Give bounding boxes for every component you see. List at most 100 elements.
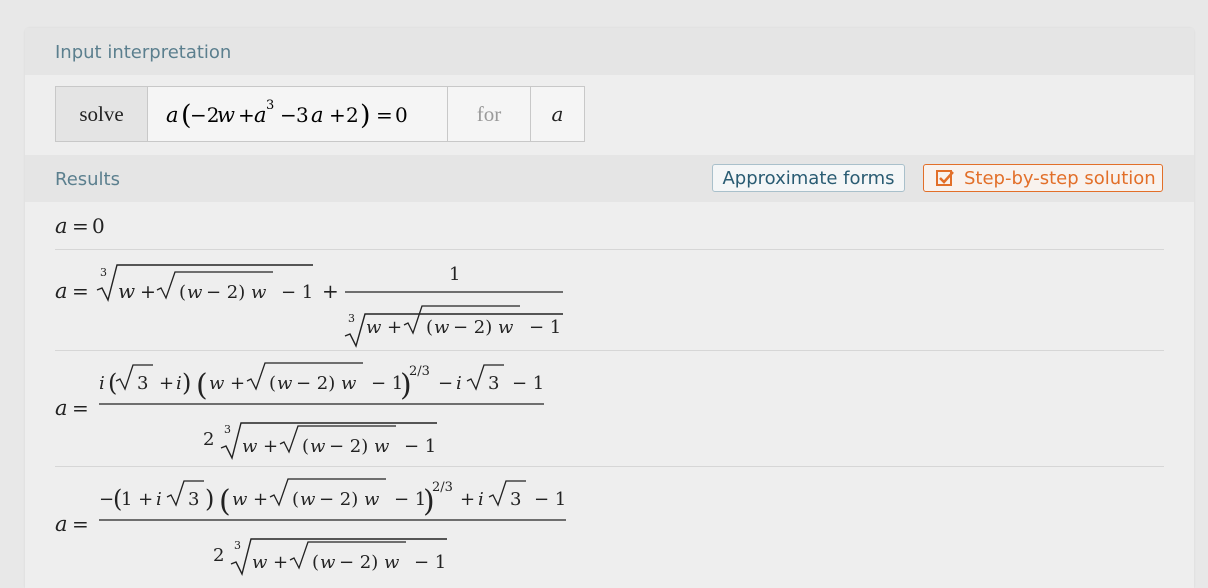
solution-row: a = i ( 3 + i ) ( w + ( w − 2) w − 1 ) 2…	[55, 351, 1164, 467]
svg-text:(: (	[312, 552, 319, 573]
svg-text:0: 0	[92, 214, 105, 238]
step-by-step-button[interactable]: Step-by-step solution	[923, 164, 1163, 192]
svg-text:2: 2	[213, 545, 224, 566]
svg-text:w: w	[310, 436, 326, 457]
svg-text:+: +	[387, 317, 402, 338]
svg-text:(: (	[219, 484, 231, 519]
svg-text:w: w	[434, 317, 450, 338]
svg-text:w: w	[364, 489, 380, 510]
svg-text:− 1: − 1	[512, 373, 544, 394]
equation-math: a ( −2 w + a 3 − 3 a + 2 ) = 0	[166, 98, 408, 131]
svg-text:− 1: − 1	[414, 552, 446, 573]
svg-text:2: 2	[203, 429, 214, 450]
svg-text:i: i	[478, 489, 484, 510]
svg-text:+: +	[273, 552, 288, 573]
svg-text:=: =	[376, 103, 393, 127]
svg-text:+: +	[263, 436, 278, 457]
for-cell: for	[448, 87, 531, 141]
svg-text:−: −	[438, 373, 453, 394]
svg-text:− 1: − 1	[529, 317, 561, 338]
svg-text:+: +	[238, 103, 255, 127]
svg-text:2: 2	[346, 103, 359, 127]
solve-cell: solve	[56, 87, 148, 141]
input-interpretation-table: solve a ( −2 w + a 3 − 3 a + 2 ) = 0 for…	[55, 86, 585, 142]
solution-math: a = 3 w + ( w − 2) w − 1 + 1 3 w + ( w −…	[55, 264, 563, 348]
svg-text:−2: −2	[190, 103, 219, 127]
svg-text:− 2): − 2)	[206, 282, 245, 303]
solution-row: a = 0	[55, 202, 1164, 250]
svg-text:a: a	[55, 279, 68, 303]
svg-text:w: w	[242, 436, 258, 457]
svg-text:2/3: 2/3	[409, 364, 430, 379]
solution-math: a = i ( 3 + i ) ( w + ( w − 2) w − 1 ) 2…	[55, 362, 544, 460]
svg-text:w: w	[320, 552, 336, 573]
step-by-step-label: Step-by-step solution	[964, 167, 1156, 189]
approximate-forms-label: Approximate forms	[722, 167, 895, 189]
svg-text:a: a	[254, 103, 267, 127]
svg-text:w: w	[232, 489, 248, 510]
svg-text:w: w	[217, 103, 235, 127]
svg-text:+: +	[253, 489, 268, 510]
svg-text:−: −	[280, 103, 297, 127]
svg-text:a: a	[55, 396, 68, 420]
svg-text:3: 3	[234, 539, 241, 552]
svg-text:a: a	[311, 103, 324, 127]
svg-text:+: +	[460, 489, 475, 510]
approximate-forms-button[interactable]: Approximate forms	[712, 164, 905, 192]
svg-text:=: =	[72, 214, 89, 238]
svg-text:w: w	[251, 282, 267, 303]
svg-text:a: a	[55, 214, 68, 238]
svg-text:(: (	[292, 489, 299, 510]
svg-text:w: w	[366, 317, 382, 338]
svg-text:): )	[182, 369, 191, 397]
svg-text:− 1: − 1	[371, 373, 403, 394]
svg-text:− 1: − 1	[281, 282, 313, 303]
svg-text:): )	[205, 485, 214, 513]
svg-text:−: −	[99, 489, 114, 510]
svg-text:i: i	[456, 373, 462, 394]
svg-text:− 2): − 2)	[319, 489, 358, 510]
svg-text:a: a	[166, 103, 179, 127]
svg-text:(: (	[179, 282, 186, 303]
svg-text:3: 3	[296, 103, 309, 127]
svg-text:=: =	[72, 279, 89, 303]
svg-text:2/3: 2/3	[432, 480, 453, 495]
svg-text:3: 3	[348, 312, 355, 325]
svg-text:w: w	[187, 282, 203, 303]
svg-text:(: (	[269, 373, 276, 394]
svg-text:1: 1	[449, 264, 460, 285]
svg-text:+: +	[329, 103, 346, 127]
svg-text:w: w	[384, 552, 400, 573]
svg-text:w: w	[341, 373, 357, 394]
results-title: Results	[55, 169, 120, 190]
svg-text:(: (	[196, 368, 208, 403]
svg-text:3: 3	[510, 489, 521, 510]
svg-text:i: i	[156, 489, 162, 510]
svg-text:i: i	[176, 373, 182, 394]
svg-text:=: =	[72, 396, 89, 420]
svg-text:w: w	[300, 489, 316, 510]
svg-text:w: w	[118, 279, 135, 303]
svg-text:w: w	[209, 373, 225, 394]
svg-text:3: 3	[266, 98, 274, 113]
svg-text:− 1: − 1	[404, 436, 436, 457]
svg-text:3: 3	[488, 373, 499, 394]
svg-text:− 1: − 1	[394, 489, 426, 510]
svg-text:3: 3	[188, 489, 199, 510]
solution-row: a = − ( 1 + i 3 ) ( w + ( w − 2) w − 1 )…	[55, 467, 1164, 582]
svg-text:3: 3	[100, 266, 107, 279]
svg-text:i: i	[99, 373, 105, 394]
solution-row: a = 3 w + ( w − 2) w − 1 + 1 3 w + ( w −…	[55, 250, 1164, 351]
svg-text:− 2): − 2)	[296, 373, 335, 394]
svg-text:w: w	[277, 373, 293, 394]
svg-text:): )	[360, 100, 371, 131]
svg-text:+: +	[159, 373, 174, 394]
solution-math: a = 0	[55, 214, 105, 238]
svg-text:(: (	[426, 317, 433, 338]
svg-text:0: 0	[395, 103, 408, 127]
checkbox-icon	[936, 170, 954, 186]
svg-text:− 1: − 1	[534, 489, 566, 510]
result-card: Input interpretation solve a ( −2 w + a …	[25, 28, 1194, 588]
solution-math: a = − ( 1 + i 3 ) ( w + ( w − 2) w − 1 )…	[55, 478, 566, 576]
svg-text:w: w	[252, 552, 268, 573]
